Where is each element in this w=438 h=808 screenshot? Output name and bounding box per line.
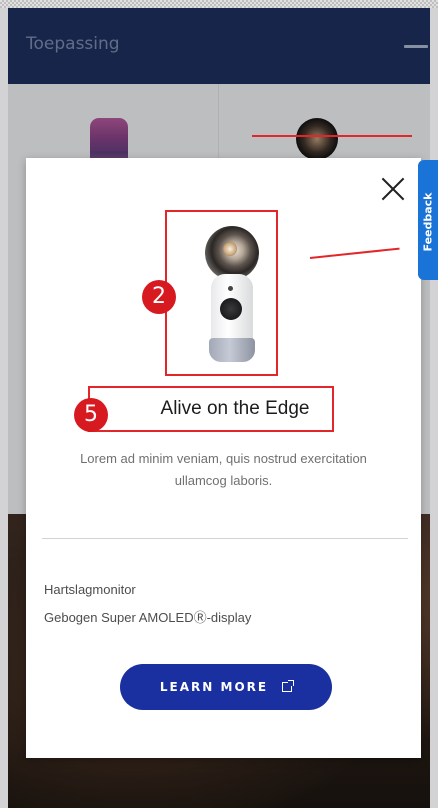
screen: Toepassing Alive on the Edge Lorem ad mi… — [0, 0, 438, 808]
external-link-icon — [282, 680, 295, 692]
feature-item: Gebogen Super AMOLEDⓇ-display — [44, 610, 252, 625]
feedback-tab[interactable]: Feedback — [418, 160, 438, 280]
divider — [42, 538, 408, 539]
feature-list: Hartslagmonitor Gebogen Super AMOLEDⓇ-di… — [44, 576, 404, 632]
learn-more-button[interactable]: LEARN MORE — [120, 664, 332, 710]
camera-product-image — [201, 226, 259, 362]
title-highlight: Alive on the Edge — [88, 386, 334, 432]
modal-description: Lorem ad minim veniam, quis nostrud exer… — [80, 451, 367, 488]
annotation-marker-5: 5 — [74, 398, 108, 432]
product-modal: Alive on the Edge Lorem ad minim veniam,… — [26, 158, 421, 758]
learn-more-label: LEARN MORE — [159, 680, 269, 694]
feedback-label: Feedback — [421, 192, 435, 252]
product-image-highlight — [165, 210, 278, 376]
feature-item: Hartslagmonitor — [44, 582, 136, 597]
annotation-connector — [252, 135, 412, 137]
close-icon[interactable] — [378, 174, 408, 204]
modal-title: Alive on the Edge — [160, 398, 310, 419]
annotation-marker-2: 2 — [142, 280, 176, 314]
